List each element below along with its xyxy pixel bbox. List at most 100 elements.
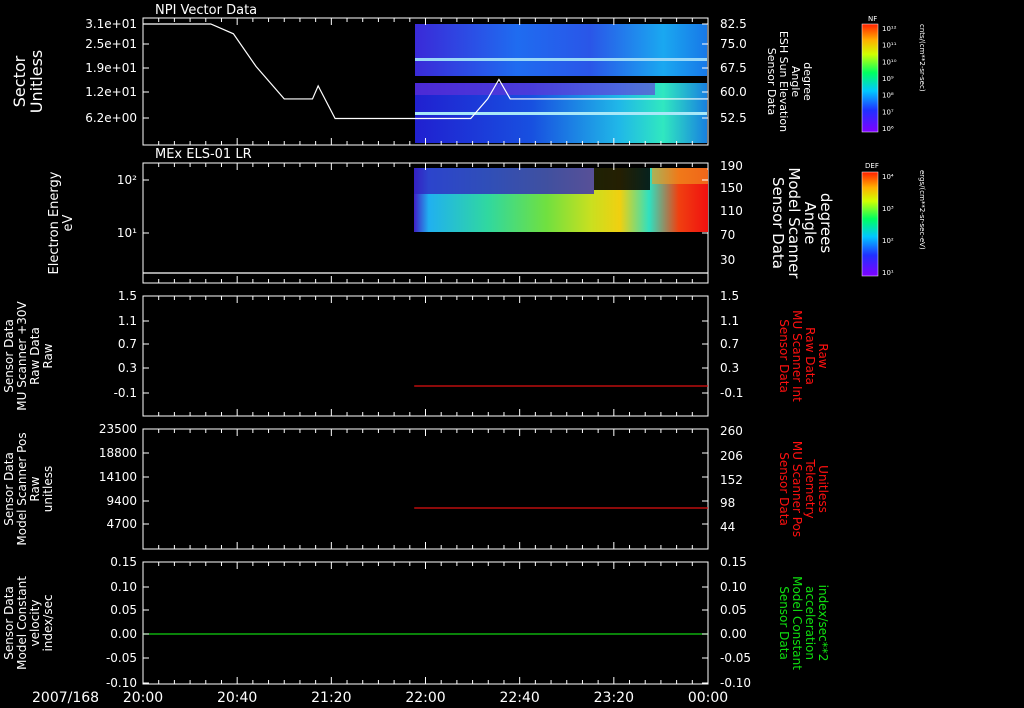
right-axis-label-line: degrees — [817, 193, 835, 254]
right-tick-label: 1.5 — [720, 289, 739, 303]
colorbar-def: DEF ergs/(cm**2-sr-sec-eV) — [861, 162, 926, 277]
right-axis-label-line: acceleration — [803, 586, 817, 660]
right-tick-label: 60.0 — [720, 85, 747, 99]
y-axis-label-line: Model Constant — [15, 576, 29, 670]
colorbar-tick-label: 10¹ — [882, 269, 894, 277]
right-axis-label-line: Raw Data — [803, 327, 817, 385]
y-axis-label-line: Sensor Data — [2, 586, 16, 660]
colorbar-def-bar — [861, 171, 879, 277]
right-axis-label-line: Angle — [801, 202, 819, 245]
y-axis-label-line: Raw — [41, 343, 55, 368]
plot-canvas: NPI Vector Data MEx ELS-01 LR 3.1e+012.5… — [2, 3, 926, 706]
right-tick-label: -0.10 — [720, 676, 751, 690]
y-tick-label: 1.1 — [118, 314, 137, 328]
right-tick-label: 260 — [720, 424, 743, 438]
right-tick-label: 70 — [720, 228, 735, 242]
spectrogram-def-top — [414, 168, 594, 194]
right-axis-label-line: ESH Sun Elevation — [777, 31, 790, 132]
colorbar-nf-title: NF — [868, 15, 877, 23]
right-tick-label: 82.5 — [720, 17, 747, 31]
right-axis-label-line: Telemetry — [803, 458, 817, 518]
y-tick-label: 1.5 — [118, 289, 137, 303]
y-tick-label: 0.7 — [118, 337, 137, 351]
colorbar-ticks: 10¹² 10¹¹ 10¹⁰ 10⁹ 10⁸ 10⁷ 10⁶ 10⁴ 10³ 10² 10¹ — [882, 25, 897, 277]
colorbar-nf-bar — [861, 23, 879, 133]
spectrogram-def-gap — [594, 168, 650, 190]
right-tick-label: 0.00 — [720, 627, 747, 641]
right-tick-label: 206 — [720, 449, 743, 463]
right-axis-label-line: Raw — [816, 343, 830, 368]
right-axis-label-line: Sensor Data — [765, 48, 778, 115]
right-axis-labels: Sensor Data ESH Sun Elevation Angle degreeS… — [765, 31, 835, 670]
spectrogram-def-upper-right — [652, 168, 708, 184]
right-tick-label: 67.5 — [720, 61, 747, 75]
time-tick-label: 21:20 — [311, 690, 351, 706]
y-tick-label: -0.10 — [106, 676, 137, 690]
colorbar-tick-label: 10⁹ — [882, 75, 894, 83]
spectrogram-def — [414, 168, 708, 232]
colorbar-tick-label: 10⁸ — [882, 92, 894, 100]
right-axis-label-line: Sensor Data — [777, 452, 791, 526]
y-axis-labels: SectorUnitlessElectron Energy eVSensor Da… — [2, 50, 76, 670]
right-axis-label-line: Sensor Data — [777, 319, 791, 393]
y-tick-label: -0.1 — [114, 386, 137, 400]
y-axis-label-line: Raw — [28, 476, 42, 501]
right-axis-label-line: MU Scanner Pos — [790, 441, 804, 537]
right-axis-label-line: MU Scanner Int — [790, 310, 804, 402]
y-axis-label-line: velocity — [28, 600, 42, 647]
right-axis-label-line: Model Constant — [790, 576, 804, 670]
right-tick-label: 150 — [720, 181, 743, 195]
panel-3-frame — [142, 295, 709, 417]
panel-5-frame — [142, 561, 709, 685]
y-tick-label: 1.9e+01 — [85, 61, 137, 75]
colorbar-tick-label: 10³ — [882, 205, 894, 213]
right-tick-label: 1.1 — [720, 314, 739, 328]
y-tick-label: 0.3 — [118, 361, 137, 375]
colorbar-tick-label: 10¹⁰ — [882, 58, 897, 66]
y-axis-label-line: unitless — [41, 466, 55, 512]
y-tick-label: 18800 — [99, 446, 137, 460]
right-axis-label-line: degree — [801, 62, 814, 101]
colorbar-tick-label: 10² — [882, 237, 894, 245]
right-tick-label: 0.7 — [720, 337, 739, 351]
right-tick-label: -0.05 — [720, 651, 751, 665]
y-tick-labels: 3.1e+01 2.5e+01 1.9e+01 1.2e+01 6.2e+00 10² 10… — [85, 17, 137, 690]
colorbar-def-title: DEF — [865, 162, 879, 170]
y-tick-label: 3.1e+01 — [85, 17, 137, 31]
time-tick-label: 23:20 — [594, 690, 634, 706]
y-axis-label-line: Raw Data — [28, 327, 42, 385]
right-axis-label-line: Unitless — [816, 465, 830, 513]
spectrogram-nf-band — [415, 58, 707, 61]
y-axis-label-line: Electron Energy — [47, 171, 62, 274]
y-tick-label: 14100 — [99, 470, 137, 484]
right-tick-label: 190 — [720, 159, 743, 173]
y-axis-label-line: MU Scanner +30V — [15, 301, 29, 411]
y-tick-label: 10² — [117, 173, 137, 187]
colorbar-def-units: ergs/(cm**2-sr-sec-eV) — [918, 170, 926, 250]
time-tick-label: 20:40 — [217, 690, 257, 706]
right-axis-label-line: Sensor Data — [769, 177, 787, 269]
y-tick-label: 0.05 — [110, 603, 137, 617]
right-tick-label: 110 — [720, 204, 743, 218]
right-tick-label: 98 — [720, 496, 735, 510]
right-tick-labels: 82.5 75.0 67.5 60.0 52.5 190 150 110 70 30 1.5 1.1 0… — [720, 17, 751, 690]
y-tick-label: 6.2e+00 — [85, 111, 137, 125]
colorbar-tick-label: 10⁷ — [882, 108, 894, 116]
spectrogram-nf-band-2 — [415, 112, 707, 115]
right-axis-label-line: index/sec**2 — [816, 585, 830, 662]
right-axis-label-line: Angle — [789, 66, 802, 98]
panel-4-frame — [142, 428, 709, 550]
y-tick-label: 0.10 — [110, 580, 137, 594]
right-tick-label: -0.1 — [720, 386, 743, 400]
y-axis-label-line: Unitless — [27, 50, 46, 114]
y-tick-label: 23500 — [99, 422, 137, 436]
panel-2-title: MEx ELS-01 LR — [155, 147, 252, 162]
colorbar-tick-label: 10⁴ — [882, 173, 894, 181]
right-tick-label: 0.05 — [720, 603, 747, 617]
spectrogram-nf-top-row — [415, 83, 655, 95]
colorbar-nf-units: cnts/(cm**2-sr-sec) — [918, 24, 926, 92]
y-axis-label-line: Sensor Data — [2, 452, 16, 526]
colorbar-tick-label: 10⁶ — [882, 125, 894, 133]
right-tick-label: 0.10 — [720, 580, 747, 594]
right-axis-label-line: Model Scanner — [785, 167, 803, 279]
